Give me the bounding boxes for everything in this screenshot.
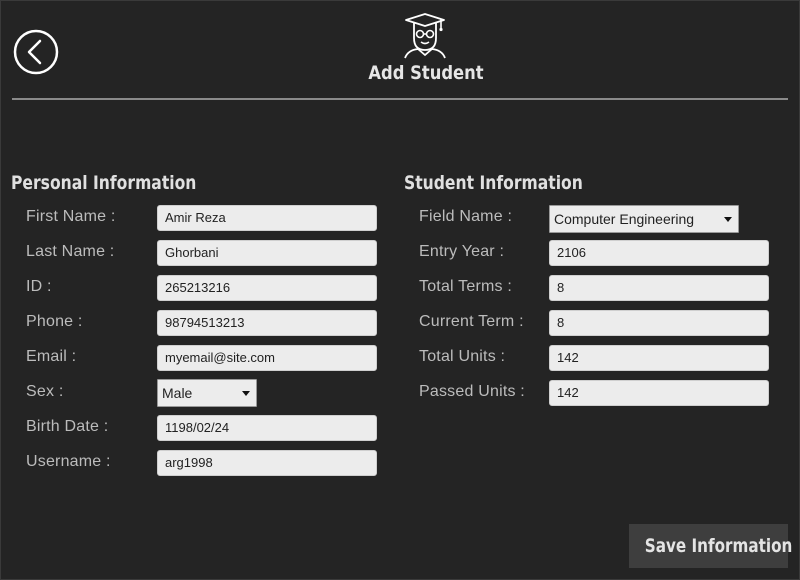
- passed-units-input[interactable]: 142: [549, 380, 769, 406]
- birth-date-input[interactable]: 1198/02/24: [157, 415, 377, 441]
- sex-label: Sex :: [26, 383, 64, 400]
- total-units-label: Total Units :: [419, 348, 506, 365]
- total-units-input[interactable]: 142: [549, 345, 769, 371]
- username-label: Username :: [26, 453, 111, 470]
- title-divider: [12, 98, 788, 100]
- field-name-select-value: Computer Engineering: [554, 211, 695, 227]
- back-button[interactable]: [13, 29, 59, 75]
- total-terms-input[interactable]: 8: [549, 275, 769, 301]
- field-name-select[interactable]: Computer Engineering: [549, 205, 739, 233]
- passed-units-label: Passed Units :: [419, 383, 525, 400]
- entry-year-label: Entry Year :: [419, 243, 505, 260]
- sex-select[interactable]: Male: [157, 379, 257, 407]
- username-input[interactable]: arg1998: [157, 450, 377, 476]
- student-info-title: Student Information: [404, 172, 583, 194]
- first-name-input[interactable]: Amir Reza: [157, 205, 377, 231]
- last-name-input[interactable]: Ghorbani: [157, 240, 377, 266]
- last-name-label: Last Name :: [26, 243, 115, 260]
- first-name-label: First Name :: [26, 208, 116, 225]
- field-name-label: Field Name :: [419, 208, 513, 225]
- email-input[interactable]: myemail@site.com: [157, 345, 377, 371]
- save-information-button[interactable]: Save Information: [629, 524, 793, 568]
- email-label: Email :: [26, 348, 77, 365]
- id-input[interactable]: 265213216: [157, 275, 377, 301]
- id-label: ID :: [26, 278, 52, 295]
- chevron-down-icon: [724, 217, 732, 222]
- total-terms-label: Total Terms :: [419, 278, 512, 295]
- birth-date-label: Birth Date :: [26, 418, 109, 435]
- graduate-icon: [400, 10, 450, 60]
- entry-year-input[interactable]: 2106: [549, 240, 769, 266]
- sex-select-value: Male: [162, 385, 193, 401]
- phone-label: Phone :: [26, 313, 83, 330]
- personal-info-title: Personal Information: [11, 172, 197, 194]
- back-arrow-icon: [13, 29, 59, 75]
- phone-input[interactable]: 98794513213: [157, 310, 377, 336]
- page-title: Add Student: [368, 62, 484, 84]
- chevron-down-icon: [242, 391, 250, 396]
- current-term-label: Current Term :: [419, 313, 524, 330]
- save-information-label: Save Information: [644, 535, 793, 557]
- current-term-input[interactable]: 8: [549, 310, 769, 336]
